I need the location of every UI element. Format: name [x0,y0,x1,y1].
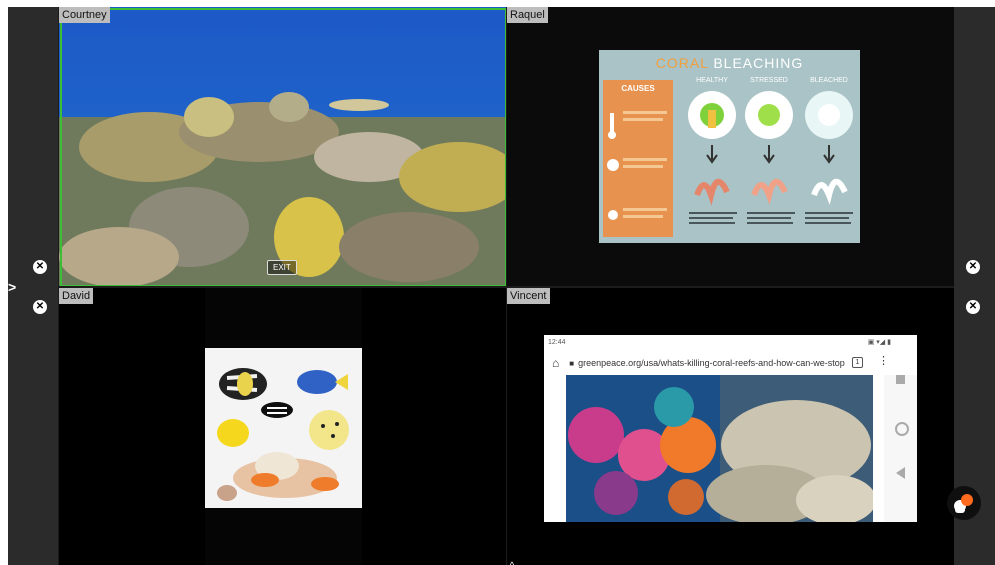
browser-url-bar: ⌂ ■ greenpeace.org/usa/whats-killing-cor… [544,351,917,375]
url-text[interactable]: greenpeace.org/usa/whats-killing-coral-r… [578,358,845,368]
status-icons: ▣ ▾◢ ▮ [867,339,891,346]
right-rail [954,7,995,565]
participant-name: David [59,288,94,304]
coral-reef-scene-image [59,7,506,286]
participant-name: Vincent [507,288,550,304]
close-icon[interactable]: ✕ [33,260,47,274]
video-stage: > EXIT Courtney Raquel CORAL BLEACHING C… [8,7,995,565]
chat-button[interactable] [947,486,981,520]
coral-stage-illustrations [688,91,853,224]
participant-name: Raquel [507,7,548,23]
close-icon[interactable]: ✕ [966,260,980,274]
back-icon[interactable] [896,467,905,479]
chat-icon [954,494,973,513]
close-icon[interactable]: ✕ [33,300,47,314]
video-tile-raquel[interactable]: Raquel CORAL BLEACHING CAUSES HEALTHY ST… [507,7,954,286]
participant-name: Courtney [59,7,110,23]
status-bar: 12:44 ▣ ▾◢ ▮ [544,335,917,351]
video-tile-vincent[interactable]: Vincent 12:44 ▣ ▾◢ ▮ ⌂ ■ greenpeace.org/… [507,288,954,565]
home-nav-icon[interactable] [895,422,909,436]
tropical-fish-image [205,348,362,508]
video-tile-courtney[interactable]: EXIT Courtney [59,7,506,286]
close-icon[interactable]: ✕ [966,300,980,314]
video-tile-david[interactable]: David [59,288,506,565]
lock-icon: ■ [569,358,575,368]
android-nav-bar [884,375,917,522]
shared-phone-screen: 12:44 ▣ ▾◢ ▮ ⌂ ■ greenpeace.org/usa/what… [544,335,917,522]
status-time: 12:44 [548,339,566,346]
exit-button[interactable]: EXIT [267,260,297,275]
article-hero-image [566,375,873,522]
expand-panel-icon[interactable]: > [8,279,16,295]
home-icon[interactable]: ⌂ [552,356,559,370]
tab-count[interactable]: 1 [852,357,863,368]
collapse-icon[interactable]: ^ [505,560,519,565]
recents-icon[interactable] [896,375,905,384]
coral-bleaching-infographic: CORAL BLEACHING CAUSES HEALTHY STRESSED … [599,50,860,243]
browser-menu-icon[interactable]: ⋮ [878,354,889,367]
